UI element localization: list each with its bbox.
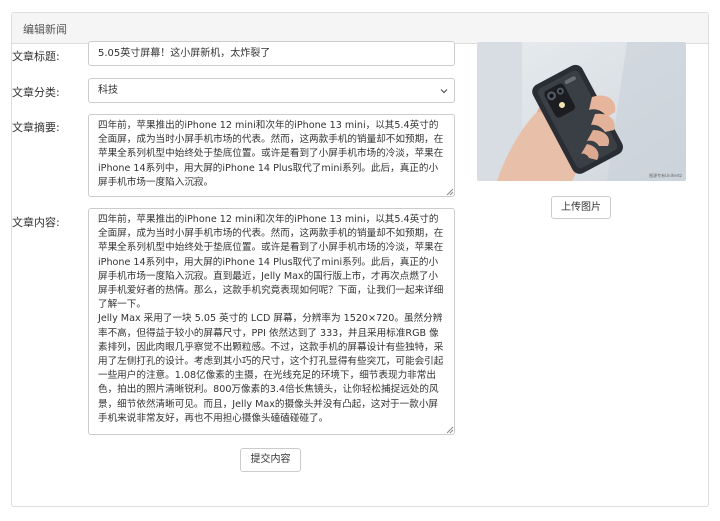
panel-heading: 编辑新闻 (12, 13, 708, 44)
submit-content-button[interactable]: 提交内容 (240, 448, 301, 472)
category-label: 文章分类: (12, 86, 60, 99)
category-select[interactable]: 科技 (88, 78, 455, 103)
chevron-down-icon (440, 89, 448, 94)
article-photo: 图源专有Unihertz (477, 42, 686, 181)
resize-grip-icon[interactable] (445, 187, 454, 196)
resize-grip-icon[interactable] (445, 425, 454, 434)
summary-textarea[interactable]: 四年前，苹果推出的iPhone 12 mini和次年的iPhone 13 min… (88, 114, 455, 197)
summary-label: 文章摘要: (12, 121, 60, 134)
hand-holding-phone-image (477, 42, 686, 181)
content-textarea[interactable]: 四年前，苹果推出的iPhone 12 mini和次年的iPhone 13 min… (88, 208, 455, 435)
title-label: 文章标题: (12, 50, 60, 63)
upload-image-button[interactable]: 上传图片 (551, 196, 611, 219)
content-label: 文章内容: (12, 216, 60, 229)
category-selected-value: 科技 (98, 85, 118, 96)
photo-caption: 图源专有Unihertz (649, 173, 682, 178)
title-input[interactable]: 5.05英寸屏幕！这小屏新机，太炸裂了 (88, 41, 455, 66)
